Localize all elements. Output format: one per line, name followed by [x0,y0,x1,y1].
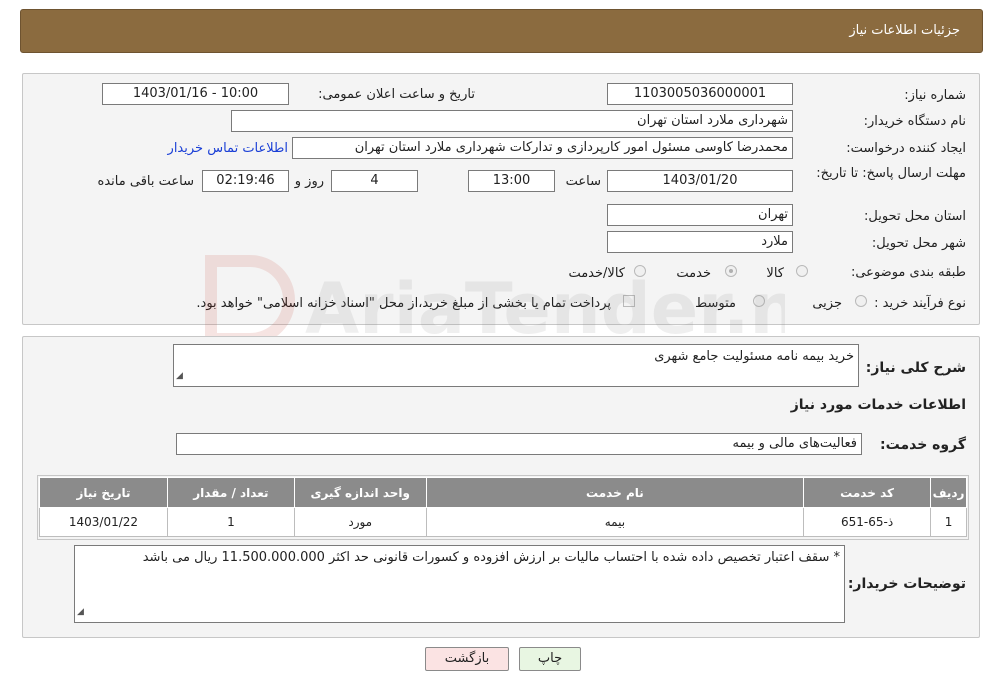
buyer-org-field[interactable]: شهرداری ملارد استان تهران [231,110,793,132]
buyer-notes-textarea[interactable]: * سقف اعتبار تخصیص داده شده با احتساب ما… [74,545,845,623]
col-code-header: کد خدمت [803,477,932,508]
cell-name: بیمه [425,507,805,537]
summary-textarea[interactable]: خرید بیمه نامه مسئولیت جامع شهری ◢ [173,344,859,387]
deadline-date-field[interactable]: 1403/01/20 [607,170,793,192]
category-label: طبقه بندی موضوعی: [850,265,966,280]
treasury-bonds-note: پرداخت تمام یا بخشی از مبلغ خرید،از محل … [196,296,611,311]
buyer-notes-text: * سقف اعتبار تخصیص داده شده با احتساب ما… [142,550,840,565]
resize-grip-icon[interactable]: ◢ [176,367,183,385]
services-section-title: اطلاعات خدمات مورد نیاز [790,397,966,413]
cell-unit: مورد [293,507,427,537]
col-date-header: تاریخ نیاز [39,477,168,508]
announce-datetime-label: تاریخ و ساعت اعلان عمومی: [318,87,475,102]
days-field[interactable]: 4 [331,170,418,192]
province-field[interactable]: تهران [607,204,793,226]
need-number-label: شماره نیاز: [904,88,966,103]
city-label: شهر محل تحویل: [871,236,966,251]
need-number-field[interactable]: 1103005036000001 [607,83,793,105]
services-table: ردیف کد خدمت نام خدمت واحد اندازه گیری ت… [39,477,967,537]
service-group-field[interactable]: فعالیت‌های مالی و بیمه [176,433,862,455]
cell-row: 1 [930,507,967,537]
col-unit-header: واحد اندازه گیری [293,477,427,508]
province-label: استان محل تحویل: [864,209,966,224]
category-goods-service-label: کالا/خدمت [568,266,625,281]
city-field[interactable]: ملارد [607,231,793,253]
cell-qty: 1 [166,507,295,537]
category-goods-label: کالا [766,266,784,281]
deadline-time-field[interactable]: 13:00 [468,170,555,192]
category-goods-service-radio[interactable] [634,265,646,277]
purchase-minor-radio[interactable] [855,295,867,307]
col-name-header: نام خدمت [425,477,805,508]
print-button[interactable]: چاپ [519,647,581,671]
remaining-time-field[interactable]: 02:19:46 [202,170,289,192]
service-group-label: گروه خدمت: [880,437,966,453]
days-label: روز و [294,174,324,189]
creator-field[interactable]: محمدرضا کاوسی مسئول امور کارپردازی و تدا… [292,137,793,159]
category-service-radio[interactable] [725,265,737,277]
buyer-notes-label: توضیحات خریدار: [847,576,966,592]
deadline-time-label: ساعت [565,174,601,189]
summary-label: شرح کلی نیاز: [865,360,966,376]
buyer-contact-link[interactable]: اطلاعات تماس خریدار [168,141,288,156]
category-service-label: خدمت [676,266,711,281]
buyer-org-label: نام دستگاه خریدار: [863,114,966,129]
category-goods-radio[interactable] [796,265,808,277]
purchase-medium-label: متوسط [695,296,736,311]
services-table-header: ردیف کد خدمت نام خدمت واحد اندازه گیری ت… [39,477,967,508]
deadline-label: مهلت ارسال پاسخ: تا تاریخ: [816,166,966,181]
table-row: 1 ذ-65-651 بیمه مورد 1 1403/01/22 [39,507,967,537]
creator-label: ایجاد کننده درخواست: [846,141,966,156]
cell-date: 1403/01/22 [39,507,168,537]
page-header: جزئیات اطلاعات نیاز [20,9,983,53]
announce-datetime-field[interactable]: 1403/01/16 - 10:00 [102,83,289,105]
back-button[interactable]: بازگشت [425,647,509,671]
summary-text: خرید بیمه نامه مسئولیت جامع شهری [654,349,854,364]
cell-code: ذ-65-651 [803,507,932,537]
resize-grip-icon[interactable]: ◢ [77,603,84,621]
purchase-type-label: نوع فرآیند خرید : [874,296,966,311]
treasury-bonds-checkbox[interactable] [623,295,635,307]
purchase-medium-radio[interactable] [753,295,765,307]
purchase-minor-label: جزیی [812,296,842,311]
col-qty-header: تعداد / مقدار [166,477,295,508]
remaining-time-label: ساعت باقی مانده [97,174,194,189]
col-row-header: ردیف [930,477,967,508]
page-title: جزئیات اطلاعات نیاز [849,23,960,38]
